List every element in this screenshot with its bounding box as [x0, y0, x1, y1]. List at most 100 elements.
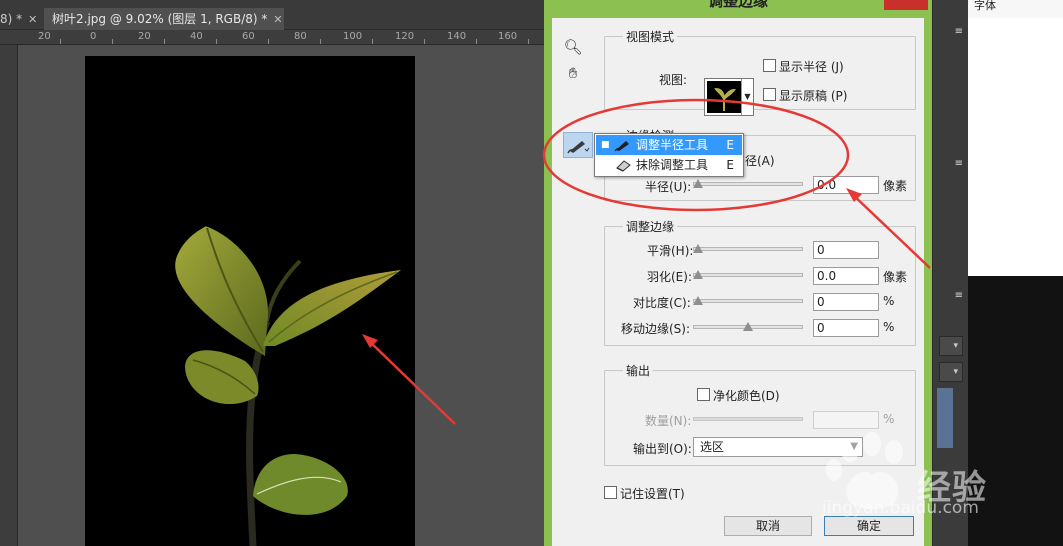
- ruler-tick: [60, 39, 61, 44]
- group-legend: 输出: [623, 362, 654, 379]
- view-label: 视图:: [659, 73, 688, 87]
- amount-slider: [693, 417, 803, 421]
- watermark-url: jingyan.baidu.com: [822, 498, 979, 518]
- radius-unit: 像素: [883, 179, 908, 193]
- ruler-tick: [476, 39, 477, 44]
- feather-slider-thumb[interactable]: [693, 270, 703, 279]
- smooth-field[interactable]: 0: [813, 241, 879, 259]
- smooth-slider[interactable]: [693, 247, 803, 251]
- brush-icon: [567, 141, 590, 154]
- horizontal-ruler: 20 0 20 40 60 80 100 120 140 160: [0, 30, 548, 45]
- amount-label: 数量(N):: [645, 414, 692, 428]
- menu-item-shortcut: E: [726, 138, 734, 152]
- close-icon[interactable]: ✕: [273, 13, 282, 26]
- feather-unit: 像素: [883, 270, 908, 284]
- radius-label: 半径(U):: [645, 180, 692, 194]
- document-tab-bar: 8) * ✕ 树叶2.jpg @ 9.02% (图层 1, RGB/8) * ✕: [0, 0, 548, 30]
- ruler-mark: 120: [395, 31, 415, 42]
- show-radius-label: 显示半径 (J): [779, 60, 844, 74]
- panel-menu-icon[interactable]: ≡: [941, 290, 963, 304]
- close-button[interactable]: [884, 0, 928, 10]
- adjust-edge-group: 调整边缘 平滑(H): 0 羽化(E): 0.0 像素 对比度(C): 0 % …: [604, 218, 916, 346]
- show-original-checkbox[interactable]: [763, 88, 776, 101]
- smooth-slider-thumb[interactable]: [693, 244, 703, 253]
- panel-dropdown[interactable]: ▾: [939, 362, 963, 382]
- contrast-unit: %: [883, 294, 895, 308]
- ruler-mark: 100: [343, 31, 363, 42]
- feather-label: 羽化(E):: [647, 270, 692, 284]
- panel-menu-icon[interactable]: ≡: [941, 158, 963, 172]
- show-radius-checkbox[interactable]: [763, 59, 776, 72]
- brush-icon: [614, 141, 629, 152]
- refine-radius-tool-button[interactable]: [563, 132, 593, 158]
- close-icon[interactable]: ✕: [28, 13, 37, 26]
- output-to-label: 输出到(O):: [633, 442, 692, 456]
- view-preview: [707, 81, 741, 113]
- group-legend: 调整边缘: [623, 218, 678, 235]
- contrast-slider[interactable]: [693, 299, 803, 303]
- hand-icon[interactable]: ✋︎: [562, 62, 584, 84]
- ruler-mark: 160: [498, 31, 518, 42]
- vertical-ruler: [0, 45, 18, 546]
- tab-active-document[interactable]: 树叶2.jpg @ 9.02% (图层 1, RGB/8) * ✕: [44, 8, 284, 30]
- menu-item-label: 抹除调整工具: [636, 158, 709, 172]
- view-mode-thumbnail[interactable]: ▼: [704, 78, 754, 116]
- amount-unit: %: [883, 412, 895, 426]
- eraser-icon: [616, 160, 631, 172]
- menu-item-refine-radius-tool[interactable]: ■ 调整半径工具 E: [596, 135, 742, 155]
- remember-settings-checkbox[interactable]: [604, 486, 617, 499]
- feather-field[interactable]: 0.0: [813, 267, 879, 285]
- panel-dropdown[interactable]: ▾: [939, 336, 963, 356]
- ruler-mark: 20: [38, 31, 51, 42]
- ruler-mark: 60: [242, 31, 255, 42]
- shift-edge-slider-thumb[interactable]: [743, 322, 753, 331]
- group-legend: 视图模式: [623, 28, 678, 45]
- ruler-tick: [268, 39, 269, 44]
- smooth-label: 平滑(H):: [647, 244, 694, 258]
- smart-radius-label: 径(A): [745, 154, 775, 168]
- radius-slider-thumb[interactable]: [693, 179, 703, 188]
- ruler-mark: 20: [138, 31, 151, 42]
- radius-field[interactable]: 0.0: [813, 176, 879, 194]
- ruler-mark: 40: [190, 31, 203, 42]
- ruler-tick: [372, 39, 373, 44]
- feather-slider[interactable]: [693, 273, 803, 277]
- shift-edge-unit: %: [883, 320, 895, 334]
- contrast-slider-thumb[interactable]: [693, 296, 703, 305]
- remember-settings-label: 记住设置(T): [620, 487, 685, 501]
- decontaminate-label: 净化颜色(D): [713, 389, 780, 403]
- contrast-field[interactable]: 0: [813, 293, 879, 311]
- font-tab[interactable]: 字体: [968, 0, 1063, 18]
- contrast-label: 对比度(C):: [633, 296, 691, 310]
- shift-edge-field[interactable]: 0: [813, 319, 879, 337]
- font-list: [968, 18, 1063, 276]
- dialog-title: 调整边缘: [707, 0, 768, 10]
- show-original-label: 显示原稿 (P): [779, 89, 848, 103]
- cancel-button[interactable]: 取消: [724, 516, 812, 536]
- output-to-value: 选区: [700, 440, 725, 454]
- selected-bullet-icon: ■: [601, 140, 610, 150]
- tab-previous-document[interactable]: 8) * ✕: [0, 8, 40, 30]
- menu-item-erase-refinements-tool[interactable]: 抹除调整工具 E: [596, 155, 742, 175]
- ruler-mark: 80: [294, 31, 307, 42]
- menu-item-shortcut: E: [726, 158, 734, 172]
- ruler-mark: 0: [90, 31, 97, 42]
- panel-menu-icon[interactable]: ≡: [941, 26, 963, 40]
- chevron-down-icon[interactable]: ▼: [741, 79, 753, 115]
- ruler-tick: [164, 39, 165, 44]
- zoom-icon[interactable]: 🔍︎: [562, 36, 584, 58]
- ruler-tick: [528, 39, 529, 44]
- document-image[interactable]: [85, 56, 415, 546]
- radius-slider[interactable]: [693, 182, 803, 186]
- menu-item-label: 调整半径工具: [636, 138, 709, 152]
- ruler-tick: [112, 39, 113, 44]
- ruler-tick: [424, 39, 425, 44]
- ruler-tick: [320, 39, 321, 44]
- amount-field: [813, 411, 879, 429]
- tool-popup-menu: ■ 调整半径工具 E 抹除调整工具 E: [594, 133, 744, 177]
- decontaminate-checkbox[interactable]: [697, 388, 710, 401]
- tab-label: 树叶2.jpg @ 9.02% (图层 1, RGB/8) *: [52, 12, 268, 26]
- leaf-thumbnail-icon: [714, 87, 737, 111]
- leaf-plant-image: [175, 226, 401, 546]
- ruler-mark: 140: [447, 31, 467, 42]
